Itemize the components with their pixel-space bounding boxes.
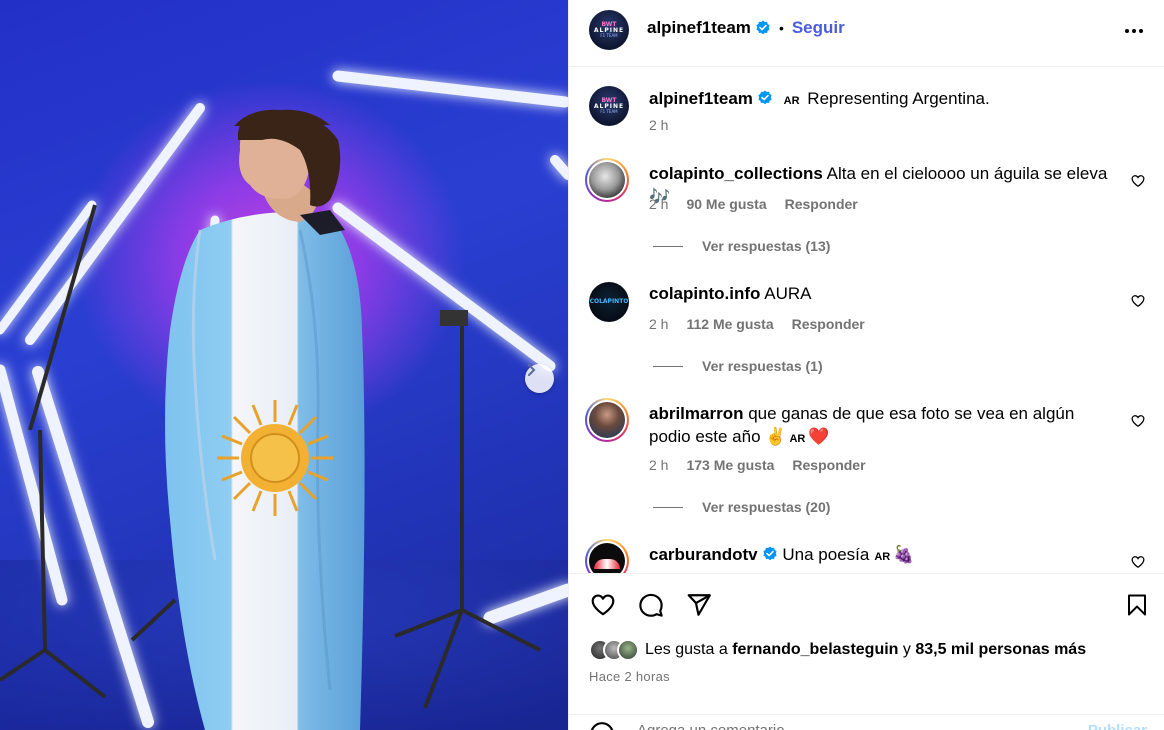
view-replies-button[interactable]: Ver respuestas (13) [653, 238, 830, 254]
comment-like-heart-icon[interactable] [1131, 555, 1145, 569]
view-replies-button[interactable]: Ver respuestas (1) [653, 358, 823, 374]
comment-reply-button[interactable]: Responder [792, 316, 865, 332]
chevron-right-icon [528, 364, 536, 376]
comment-meta: 2 h 112 Me gusta Responder [649, 316, 865, 332]
comment-country-flag: AR [874, 551, 891, 563]
replies-divider [653, 365, 683, 367]
emoji-icon[interactable] [589, 721, 615, 730]
comment-meta: 2 h 173 Me gusta Responder [649, 457, 866, 473]
caption-avatar-sub: F1 TEAM [600, 109, 618, 114]
comment-text-row: abrilmarron que ganas de que esa foto se… [649, 402, 1119, 451]
comment-username[interactable]: colapinto_collections [649, 164, 823, 183]
comment-text-row: carburandotv Una poesía AR 🍇 [649, 543, 1119, 569]
verified-badge-icon [756, 20, 770, 35]
comment-reply-button[interactable]: Responder [785, 196, 858, 212]
caption-text: Representing Argentina. [807, 89, 990, 108]
comment-username[interactable]: abrilmarron [649, 404, 743, 423]
comment-text: Una poesía [782, 545, 870, 564]
comment-avatar[interactable] [585, 539, 629, 573]
likes-others[interactable]: 83,5 mil personas más [915, 641, 1086, 658]
post-header: BWT ALPINE F1 TEAM alpinef1team • Seguir [569, 0, 1164, 67]
like-heart-icon[interactable] [589, 592, 617, 618]
comment-country-flag: AR [789, 433, 806, 445]
comments-list[interactable]: BWT ALPINE F1 TEAM alpinef1team AR Repre… [569, 67, 1164, 573]
comment-avatar[interactable] [585, 158, 629, 202]
view-replies-label: Ver respuestas (20) [702, 499, 831, 515]
add-comment-bar: Agrega un comentario... Publicar [569, 714, 1164, 730]
post-photo[interactable] [0, 0, 568, 730]
author-avatar[interactable]: BWT ALPINE F1 TEAM [589, 10, 629, 50]
comment-text-row: colapinto.info AURA [649, 282, 1119, 305]
photo-illustration [0, 70, 568, 730]
likes-joiner: y [902, 641, 911, 658]
comment-likes-count[interactable]: 90 Me gusta [686, 196, 766, 212]
carousel-next-button[interactable] [525, 364, 554, 393]
comment-avatar[interactable]: COLAPINTO [589, 282, 629, 322]
caption-meta: 2 h [649, 117, 668, 133]
comment-reply-button[interactable]: Responder [792, 457, 865, 473]
save-bookmark-icon[interactable] [1125, 592, 1149, 618]
post-actions: Les gusta a fernando_belasteguin y 83,5 … [569, 573, 1164, 730]
caption-username[interactable]: alpinef1team [649, 89, 753, 108]
comment-meta: 2 h 90 Me gusta Responder [649, 196, 858, 212]
caption-avatar[interactable]: BWT ALPINE F1 TEAM [589, 86, 629, 126]
caption-country-flag: AR [783, 95, 800, 107]
person-figure [165, 109, 365, 730]
header-user: alpinef1team • Seguir [647, 18, 845, 38]
post-comment-button[interactable]: Publicar [1088, 722, 1147, 730]
post-panel: BWT ALPINE F1 TEAM alpinef1team • Seguir… [568, 0, 1164, 730]
liker-username[interactable]: fernando_belasteguin [732, 641, 898, 658]
comment-username[interactable]: colapinto.info [649, 284, 760, 303]
comment-time[interactable]: 2 h [649, 457, 668, 473]
comment-username[interactable]: carburandotv [649, 545, 758, 564]
comment-bubble-icon[interactable] [637, 592, 665, 618]
header-separator: • [778, 20, 784, 36]
comment-avatar-photo [589, 162, 625, 198]
caption-time[interactable]: 2 h [649, 117, 668, 133]
more-options-icon[interactable] [1123, 20, 1145, 42]
comment-avatar-photo [589, 402, 625, 438]
comment-emoji: ❤️ [808, 427, 830, 446]
follow-button[interactable]: Seguir [792, 18, 845, 38]
comment-like-heart-icon[interactable] [1131, 414, 1145, 428]
likes-summary[interactable]: Les gusta a fernando_belasteguin y 83,5 … [589, 639, 1086, 661]
author-username[interactable]: alpinef1team [647, 18, 751, 38]
likes-text: Les gusta a fernando_belasteguin y 83,5 … [645, 641, 1086, 659]
replies-divider [653, 245, 683, 247]
comment-like-heart-icon[interactable] [1131, 174, 1145, 188]
share-paper-plane-icon[interactable] [685, 592, 713, 618]
comment-input[interactable]: Agrega un comentario... [637, 722, 797, 730]
view-replies-label: Ver respuestas (1) [702, 358, 823, 374]
liker-avatar [617, 639, 639, 661]
comment-avatar-logo-text: COLAPINTO [589, 298, 629, 305]
comment-likes-count[interactable]: 112 Me gusta [686, 316, 773, 332]
verified-badge-icon [763, 546, 777, 561]
post-timestamp[interactable]: Hace 2 horas [589, 669, 670, 684]
comment-text: AURA [764, 284, 812, 303]
comment-likes-count[interactable]: 173 Me gusta [686, 457, 774, 473]
comment-avatar[interactable] [585, 398, 629, 442]
carburando-logo-icon [594, 559, 620, 569]
caption-text-row: alpinef1team AR Representing Argentina. [649, 87, 1119, 113]
comment-emoji: 🍇 [893, 545, 915, 564]
replies-divider [653, 506, 683, 508]
comment-like-heart-icon[interactable] [1131, 294, 1145, 308]
verified-badge-icon [758, 90, 772, 105]
view-replies-button[interactable]: Ver respuestas (20) [653, 499, 830, 515]
comment-time[interactable]: 2 h [649, 316, 668, 332]
avatar-sub-text: F1 TEAM [600, 33, 618, 38]
comment-time[interactable]: 2 h [649, 196, 668, 212]
view-replies-label: Ver respuestas (13) [702, 238, 831, 254]
comment-avatar-photo [589, 543, 625, 573]
likes-prefix: Les gusta a [645, 641, 728, 658]
